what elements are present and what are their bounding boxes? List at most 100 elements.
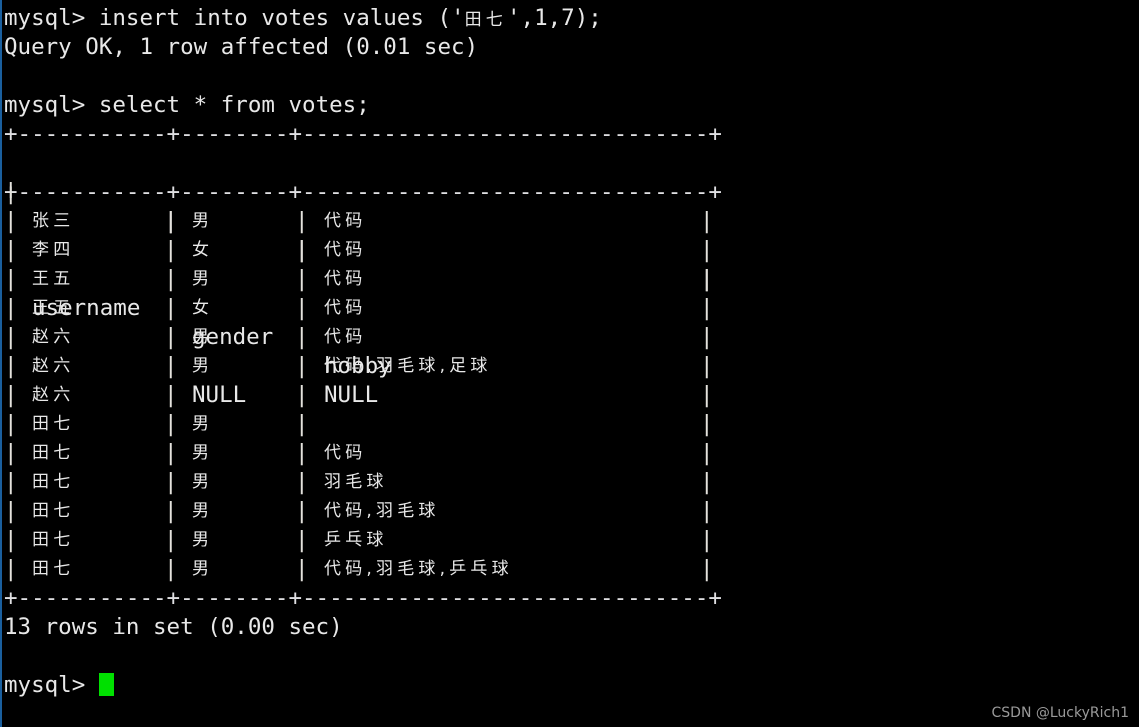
border-pipe: | <box>164 208 178 234</box>
border-pipe: | <box>295 295 309 321</box>
cell-hobby: 代码 <box>324 298 367 318</box>
cell-username: 田七 <box>32 559 75 579</box>
command-line-insert: mysql> insert into votes values ('田七',1,… <box>4 4 1135 33</box>
table-row: | | | | 田七 男 代码,羽毛球 <box>4 497 1135 526</box>
text-cursor <box>98 673 114 696</box>
border-pipe: | <box>295 353 309 379</box>
border-pipe: | <box>164 266 178 292</box>
cell-username: 赵六 <box>32 327 75 347</box>
border-pipe: | <box>4 498 18 524</box>
table-row: | | | | 田七 男 羽毛球 <box>4 468 1135 497</box>
table-row: | | | | 田七 男 代码 <box>4 439 1135 468</box>
command-line-select: mysql> select * from votes; <box>4 91 1135 120</box>
window-left-edge <box>0 0 2 727</box>
border-pipe: | <box>700 295 714 321</box>
cell-username: 田七 <box>32 530 75 550</box>
border-pipe: | <box>164 498 178 524</box>
border-pipe: | <box>164 324 178 350</box>
active-prompt-line[interactable]: mysql> <box>4 671 1135 700</box>
cell-gender: 男 <box>192 327 214 347</box>
border-pipe: | <box>295 440 309 466</box>
table-row: | | | | 王五 女 代码 <box>4 294 1135 323</box>
border-pipe: | <box>4 527 18 553</box>
cell-gender: 男 <box>192 211 214 231</box>
border-pipe: | <box>4 266 18 292</box>
border-pipe: | <box>700 469 714 495</box>
border-pipe: | <box>295 382 309 408</box>
border-pipe: | <box>700 556 714 582</box>
insert-statement-value: 田七 <box>464 10 507 30</box>
border-pipe: | <box>164 527 178 553</box>
cell-hobby: 羽毛球 <box>324 472 388 492</box>
border-pipe: | <box>4 556 18 582</box>
border-pipe: | <box>4 179 18 205</box>
border-pipe: | <box>164 411 178 437</box>
cell-hobby: 乒乓球 <box>324 530 388 550</box>
cell-username: 田七 <box>32 443 75 463</box>
border-pipe: | <box>700 324 714 350</box>
table-row: | | | | 田七 男 代码,羽毛球,乒乓球 <box>4 555 1135 584</box>
cell-username: 田七 <box>32 414 75 434</box>
table-rule-bottom: +-----------+--------+------------------… <box>4 585 722 611</box>
border-pipe: | <box>700 266 714 292</box>
row-count-footer: 13 rows in set (0.00 sec) <box>4 614 343 640</box>
border-pipe: | <box>164 237 178 263</box>
cell-gender: 男 <box>192 501 214 521</box>
border-pipe: | <box>164 440 178 466</box>
border-pipe: | <box>164 556 178 582</box>
insert-statement-suffix: ',1,7); <box>506 5 602 31</box>
border-pipe: | <box>295 237 309 263</box>
border-pipe: | <box>164 469 178 495</box>
table-row: | | | | 田七 男 乒乓球 <box>4 526 1135 555</box>
border-pipe: | <box>4 208 18 234</box>
cell-username: 田七 <box>32 501 75 521</box>
cell-gender: 男 <box>192 530 214 550</box>
border-pipe: | <box>4 237 18 263</box>
insert-statement-prefix: insert into votes values (' <box>98 5 465 31</box>
border-pipe: | <box>700 353 714 379</box>
table-row: | | | | 田七 男 <box>4 410 1135 439</box>
border-pipe: | <box>295 469 309 495</box>
table-row: | | | | 赵六 男 代码,羽毛球,足球 <box>4 352 1135 381</box>
border-pipe: | <box>4 411 18 437</box>
cell-username: 赵六 <box>32 385 75 405</box>
border-pipe: | <box>700 208 714 234</box>
cell-hobby: 代码 <box>324 327 367 347</box>
border-pipe: | <box>295 266 309 292</box>
border-pipe: | <box>4 295 18 321</box>
table-row: | | | | 赵六 NULL NULL <box>4 381 1135 410</box>
cell-username: 张三 <box>32 211 75 231</box>
cell-gender: 男 <box>192 559 214 579</box>
cell-gender: 女 <box>192 240 214 260</box>
border-pipe: | <box>164 295 178 321</box>
border-pipe: | <box>295 498 309 524</box>
cell-hobby: 代码 <box>324 211 367 231</box>
border-pipe: | <box>700 237 714 263</box>
terminal-screen[interactable]: mysql> insert into votes values ('田七',1,… <box>4 0 1135 727</box>
table-rule-header: +-----------+--------+------------------… <box>4 179 722 205</box>
cell-hobby: 代码,羽毛球 <box>324 501 440 521</box>
prompt-label-2: mysql> <box>4 92 99 118</box>
cell-hobby: 代码 <box>324 269 367 289</box>
border-pipe: | <box>700 382 714 408</box>
border-pipe: | <box>295 527 309 553</box>
border-pipe: | <box>4 440 18 466</box>
cell-hobby: 代码,羽毛球,乒乓球 <box>324 559 513 579</box>
cell-username: 王五 <box>32 298 75 318</box>
border-pipe: | <box>700 527 714 553</box>
cell-username: 王五 <box>32 269 75 289</box>
border-pipe: | <box>4 353 18 379</box>
select-statement: select * from votes; <box>98 92 370 118</box>
table-row: | | | | 王五 男 代码 <box>4 265 1135 294</box>
cell-username: 田七 <box>32 472 75 492</box>
table-body: | | | | 张三男代码 | | | | 李四女代码 | | | | 王五男代码 | | | | 王五女代码 | | | |… <box>4 207 1135 584</box>
prompt-label: mysql> <box>4 5 99 31</box>
table-row: | | | | 张三 男 代码 <box>4 207 1135 236</box>
border-pipe: | <box>700 498 714 524</box>
cell-gender: 男 <box>192 443 214 463</box>
cell-gender: 男 <box>192 356 214 376</box>
cell-gender: 男 <box>192 269 214 289</box>
prompt-label-3: mysql> <box>4 672 99 698</box>
cell-gender: 女 <box>192 298 214 318</box>
